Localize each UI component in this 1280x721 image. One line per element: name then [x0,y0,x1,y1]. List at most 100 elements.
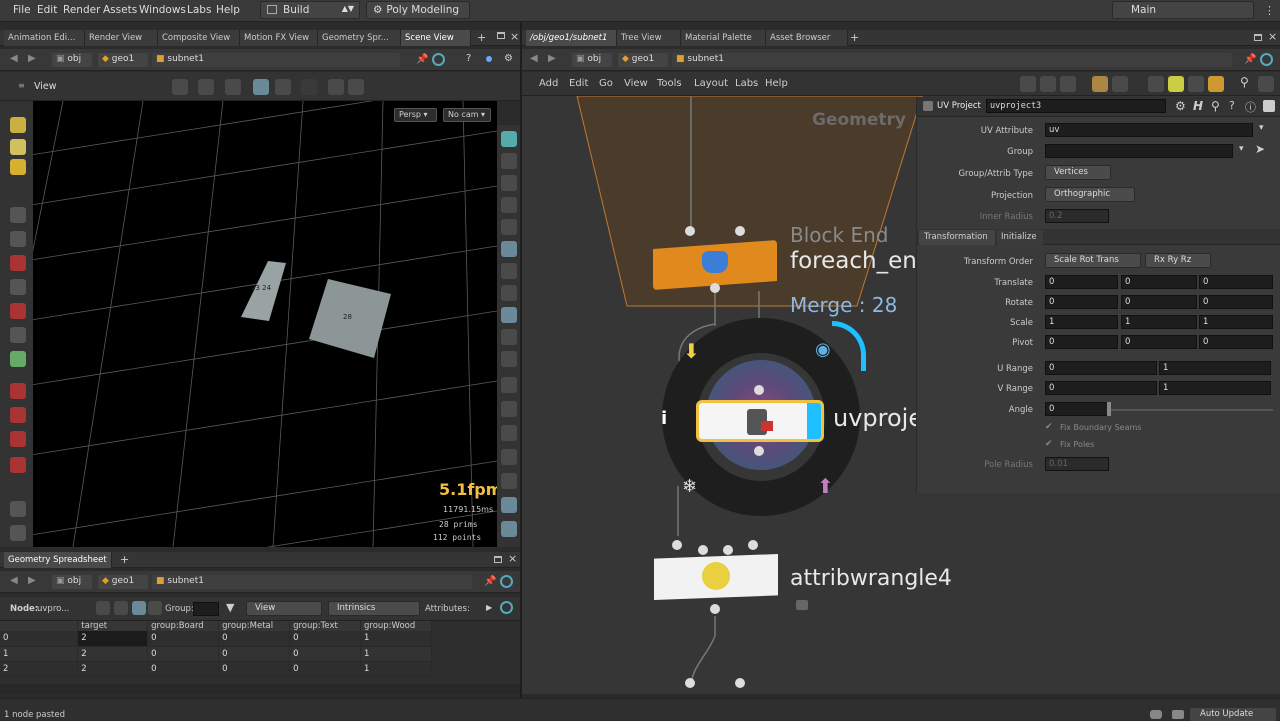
tab-geometry-spreadsheet[interactable]: Geometry Spr... [318,30,401,46]
bulb-icon[interactable] [501,263,517,279]
ghost-icon[interactable] [501,197,517,213]
menu-windows[interactable]: Windows [139,4,186,16]
number-icon[interactable] [501,449,517,465]
scale-y-field[interactable]: 1 [1121,315,1197,329]
point-icon[interactable] [501,377,517,393]
stats-icon[interactable] [501,521,517,537]
net-menu-add[interactable]: Add [539,78,558,89]
gear-icon[interactable]: ⚙ [1175,99,1186,113]
u-range-min-field[interactable]: 0 [1045,361,1157,375]
menu-edit[interactable]: Edit [37,4,57,16]
intrinsics-dropdown[interactable]: Intrinsics [328,601,420,616]
tree-icon[interactable] [1040,76,1056,92]
input-connector[interactable] [735,226,745,236]
forward-arrow-icon[interactable]: ▶ [28,575,36,586]
shading-icon[interactable] [501,219,517,235]
add-tab-icon[interactable]: + [477,31,486,44]
breadcrumb-geo[interactable]: ◆ geo1 [98,53,148,67]
horizontal-scrollbar[interactable] [0,684,520,694]
pen-icon[interactable] [501,425,517,441]
light-icon[interactable] [501,241,517,257]
vertices-mode-icon[interactable] [114,601,128,615]
close-icon[interactable]: × [510,30,519,43]
rotate-x-field[interactable]: 0 [1045,295,1118,309]
paint-tool-icon[interactable] [10,159,26,175]
move-tool-icon[interactable] [10,231,26,247]
table-row[interactable]: 0 2 0 0 0 1 [0,631,432,647]
group-field[interactable] [1045,144,1233,158]
input-connector[interactable] [685,226,695,236]
handle-icon[interactable]: ≡ [18,81,25,90]
menu-help[interactable]: Help [216,4,240,16]
input-connector[interactable] [723,545,733,555]
link-icon[interactable] [432,53,445,66]
scale-x-field[interactable]: 1 [1045,315,1118,329]
handle-tool-icon[interactable] [10,139,26,155]
arrow-select-icon[interactable]: ➤ [1255,142,1265,156]
breadcrumb-subnet[interactable]: ■ subnet1 [152,575,472,589]
breadcrumb-obj[interactable]: ▣ obj [52,53,92,67]
tab-animation-editor[interactable]: Animation Edi... [4,30,85,46]
wrench-icon[interactable] [1020,76,1036,92]
tag-icon[interactable] [1188,76,1204,92]
translate-x-field[interactable]: 0 [1045,275,1118,289]
detail-mode-icon[interactable] [148,601,162,615]
rotate-tool-icon[interactable] [10,255,26,271]
check-icon[interactable]: ✔ [1045,422,1053,432]
view-tool-icon[interactable] [10,327,26,343]
box-icon[interactable] [501,329,517,345]
scene-viewport[interactable]: 23 24 28 Persp ▾ No cam ▾ 5.1fpm 11791.1… [33,101,497,547]
close-icon[interactable]: × [508,552,517,565]
camera-menu[interactable]: No cam ▾ [443,108,491,122]
add-tab-icon[interactable]: + [120,553,129,566]
projection-dropdown[interactable]: Orthographic [1045,187,1135,202]
transform-icon[interactable] [172,79,188,95]
box-icon[interactable] [1208,76,1224,92]
search-icon[interactable]: ⚲ [1240,75,1249,89]
pivot-y-field[interactable]: 0 [1121,335,1197,349]
settings-icon[interactable] [348,79,364,95]
pin-icon[interactable]: 📌 [1244,54,1256,65]
output-connector[interactable] [710,604,720,614]
display-option-icon[interactable] [501,131,517,147]
eye-icon[interactable]: ◉ [815,339,831,360]
input-connector[interactable] [672,540,682,550]
tab-geometry-spreadsheet-bottom[interactable]: Geometry Spreadsheet [4,552,112,568]
pose-tool-icon[interactable] [10,117,26,133]
link-icon[interactable] [1260,53,1273,66]
magnet-red-3-icon[interactable] [10,431,26,447]
scale-tool-icon[interactable] [10,279,26,295]
curve-icon[interactable] [501,351,517,367]
monitor-icon[interactable] [1258,76,1274,92]
list-icon[interactable] [1060,76,1076,92]
search-icon[interactable]: ⚲ [1211,99,1220,113]
hda-icon[interactable]: H [1193,99,1203,113]
group-filter-field[interactable] [193,602,219,616]
play-icon[interactable]: ▶ [486,603,492,612]
sphere-tool-icon[interactable] [10,525,26,541]
tab-render-view[interactable]: Render View [85,30,158,46]
tab-asset-browser[interactable]: Asset Browser [766,30,848,46]
menu-render[interactable]: Render [63,4,100,16]
layout-icon[interactable] [1148,76,1164,92]
rotation-order-dropdown[interactable]: Rx Ry Rz [1145,253,1211,268]
arrow-down-icon[interactable]: ⬇ [683,339,700,363]
help-icon[interactable]: ? [1229,99,1235,112]
tab-tree-view[interactable]: Tree View [617,30,681,46]
forward-arrow-icon[interactable]: ▶ [548,53,556,64]
menu-labs[interactable]: Labs [187,4,211,16]
magnet-tool-icon[interactable] [10,303,26,319]
maximize-icon[interactable] [497,32,505,39]
tab-scene-view[interactable]: Scene View [401,30,471,46]
info-icon[interactable]: i [661,408,667,429]
column-header[interactable]: group:Wood [360,621,432,631]
breadcrumb-obj[interactable]: ▣ obj [572,53,612,67]
camera-icon[interactable] [328,79,344,95]
column-header[interactable]: target [77,621,149,631]
gear-icon[interactable]: ⚙ [504,53,513,64]
cloud-icon[interactable] [1150,710,1162,719]
net-menu-view[interactable]: View [624,78,648,89]
info-icon[interactable]: ⓘ [1245,99,1256,115]
perspective-menu[interactable]: Persp ▾ [394,108,437,122]
translate-z-field[interactable]: 0 [1199,275,1273,289]
